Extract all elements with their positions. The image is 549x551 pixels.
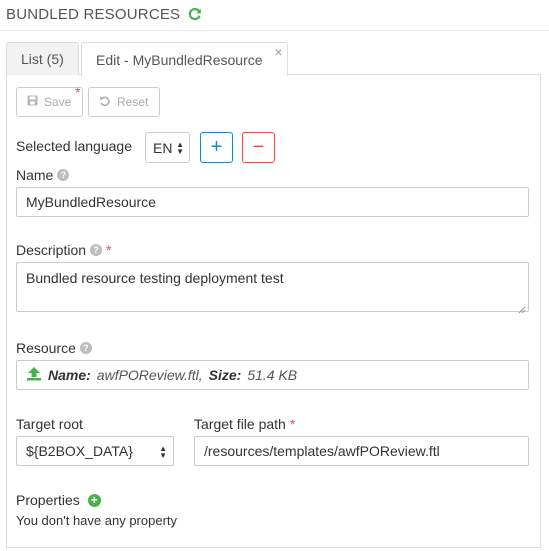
page-header: BUNDLED RESOURCES — [6, 4, 202, 24]
select-arrows-icon: ▲ ▼ — [176, 140, 184, 156]
header-divider — [0, 30, 549, 31]
reset-button-label: Reset — [117, 95, 149, 109]
add-property-icon[interactable]: + — [87, 493, 101, 507]
resource-label-text: Resource — [16, 340, 76, 356]
properties-label-text: Properties — [16, 492, 80, 508]
target-path-label: Target file path * — [194, 416, 295, 432]
target-root-label-text: Target root — [16, 416, 83, 432]
target-path-input[interactable]: /resources/templates/awfPOReview.ftl — [194, 436, 529, 466]
target-path-value: /resources/templates/awfPOReview.ftl — [204, 443, 440, 459]
target-root-value: ${B2BOX_DATA} — [26, 443, 133, 459]
remove-language-button[interactable]: − — [242, 132, 275, 163]
language-label-text: Selected language — [16, 138, 132, 154]
help-icon[interactable]: ? — [79, 342, 92, 354]
name-input-value: MyBundledResource — [26, 194, 156, 210]
help-icon[interactable]: ? — [90, 244, 103, 256]
help-icon[interactable]: ? — [57, 169, 70, 181]
add-language-button[interactable]: + — [200, 132, 233, 163]
save-button[interactable]: Save — [16, 87, 83, 117]
tab-list-label: List (5) — [21, 51, 64, 67]
resource-size-value: 51.4 KB — [247, 367, 298, 383]
target-root-label: Target root — [16, 416, 83, 432]
plus-icon: + — [210, 136, 223, 158]
target-root-select[interactable]: ${B2BOX_DATA} ▲ ▼ — [16, 436, 174, 466]
reset-button[interactable]: Reset — [88, 87, 160, 117]
page-title: BUNDLED RESOURCES — [6, 5, 181, 23]
minus-icon: − — [252, 136, 265, 158]
resource-size-key: Size: — [208, 367, 242, 383]
close-icon[interactable]: × — [274, 45, 282, 59]
select-arrows-icon: ▲ ▼ — [159, 444, 167, 460]
resource-label: Resource ? — [16, 340, 92, 356]
save-button-label: Save — [44, 95, 72, 109]
description-label: Description ? * — [16, 242, 111, 258]
description-label-text: Description — [16, 242, 87, 258]
undo-icon — [99, 95, 111, 110]
language-label: Selected language — [16, 138, 132, 154]
save-required-mark: * — [75, 84, 81, 100]
name-label: Name ? — [16, 167, 70, 183]
target-path-required-mark: * — [289, 416, 296, 432]
properties-label: Properties + — [16, 492, 101, 508]
target-path-label-text: Target file path — [194, 416, 286, 432]
tab-edit[interactable]: Edit - MyBundledResource × — [81, 42, 288, 76]
tab-edit-label: Edit - MyBundledResource — [96, 51, 263, 68]
language-select[interactable]: EN ▲ ▼ — [145, 132, 190, 163]
tab-bar: List (5) Edit - MyBundledResource × — [6, 42, 549, 76]
resource-field[interactable]: Name: awfPOReview.ftl, Size: 51.4 KB — [16, 360, 529, 390]
refresh-icon[interactable] — [188, 7, 202, 21]
name-label-text: Name — [16, 167, 54, 183]
description-textarea[interactable]: Bundled resource testing deployment test — [16, 262, 529, 314]
description-textarea-value: Bundled resource testing deployment test — [26, 270, 284, 286]
resource-name-value: awfPOReview.ftl, — [96, 367, 203, 383]
properties-empty-text: You don't have any property — [16, 513, 178, 528]
description-required-mark: * — [106, 242, 112, 258]
tab-list[interactable]: List (5) — [6, 42, 79, 75]
name-input[interactable]: MyBundledResource — [16, 187, 529, 217]
floppy-disk-icon — [27, 95, 38, 109]
language-select-value: EN — [153, 139, 173, 156]
upload-icon[interactable] — [26, 366, 42, 384]
resource-name-key: Name: — [48, 367, 91, 383]
resize-grip-icon[interactable] — [518, 301, 526, 314]
